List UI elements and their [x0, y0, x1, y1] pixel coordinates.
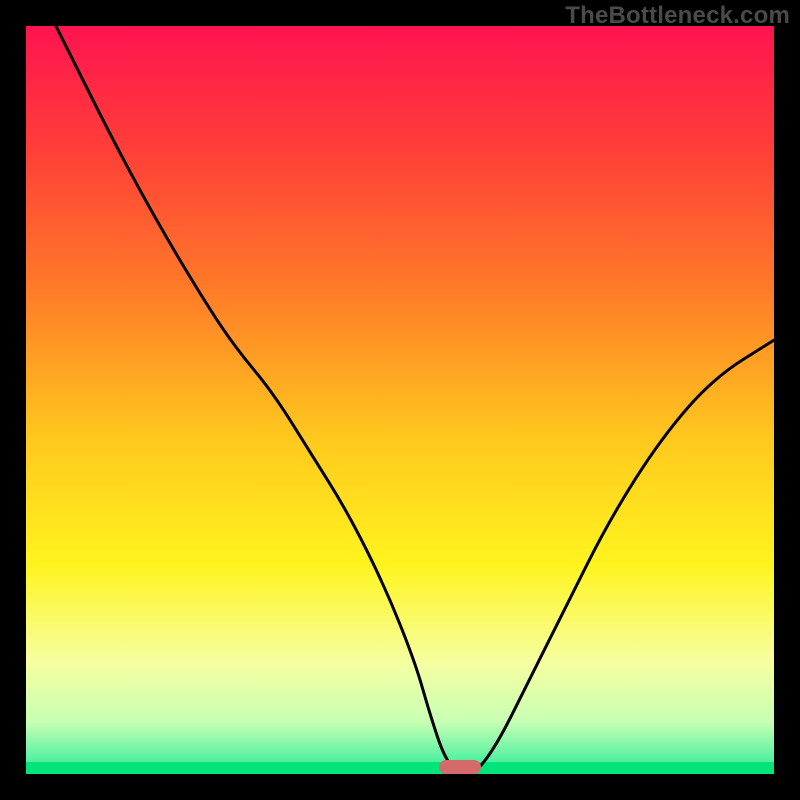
optimal-marker — [439, 760, 481, 774]
plot-area — [26, 26, 774, 774]
bottleneck-curve — [26, 26, 774, 774]
watermark-text: TheBottleneck.com — [565, 2, 790, 30]
chart-frame: TheBottleneck.com — [0, 0, 800, 800]
